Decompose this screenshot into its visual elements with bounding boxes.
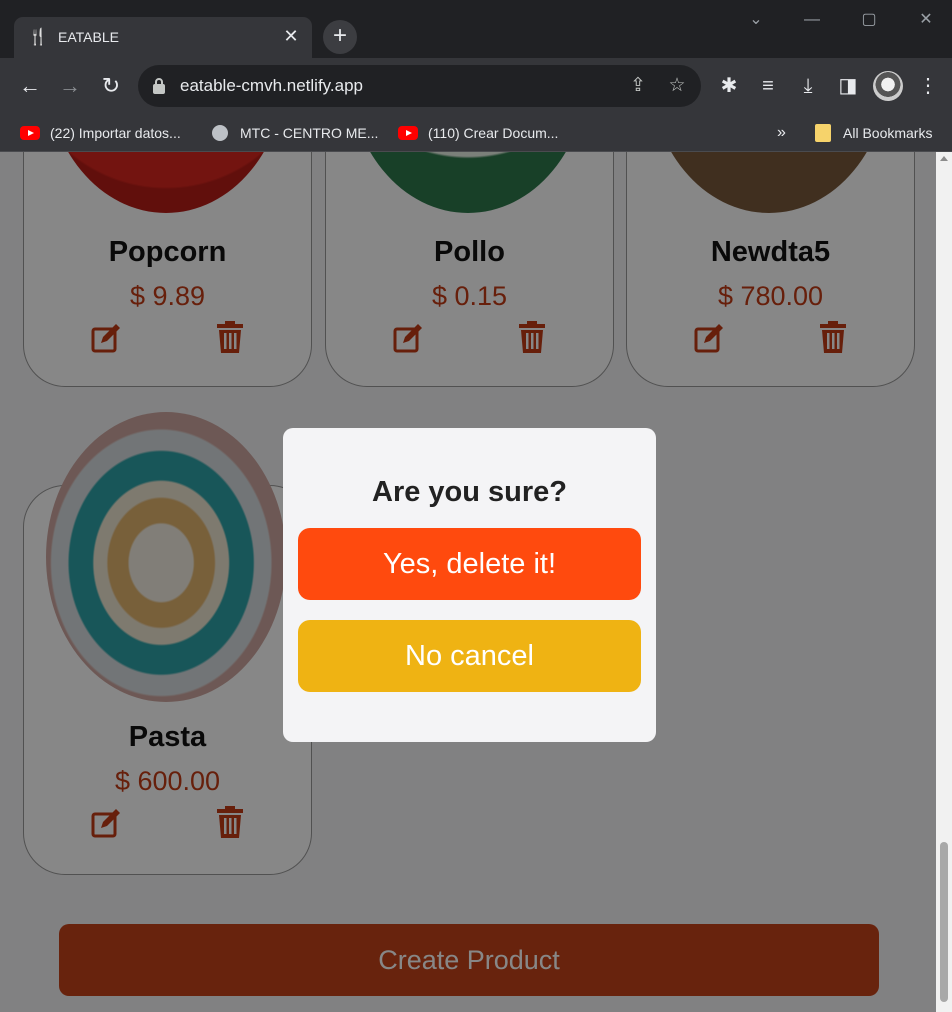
- bookmark-item[interactable]: (22) Importar datos...: [20, 120, 181, 146]
- cancel-button[interactable]: No cancel: [298, 620, 641, 692]
- confirm-delete-button[interactable]: Yes, delete it!: [298, 528, 641, 600]
- back-icon[interactable]: ←: [16, 72, 44, 100]
- reload-icon[interactable]: ↻: [97, 72, 125, 100]
- fork-knife-icon: 🍴: [28, 29, 48, 46]
- globe-icon: [212, 125, 228, 141]
- side-panel-icon[interactable]: ◨: [834, 72, 862, 100]
- star-icon[interactable]: ☆: [665, 74, 689, 98]
- bookmark-label: (22) Importar datos...: [50, 125, 181, 141]
- share-icon[interactable]: ⇪: [626, 74, 650, 98]
- maximize-icon[interactable]: ▢: [853, 6, 885, 34]
- bookmark-label: (110) Crear Docum...: [428, 125, 559, 141]
- youtube-icon: [20, 126, 40, 140]
- browser-toolbar: ← → ↻ eatable-cmvh.netlify.app ⇪ ☆ ✱ ≡ ⤓…: [0, 58, 952, 114]
- minimize-icon[interactable]: —: [796, 6, 828, 34]
- page-scrollbar[interactable]: [936, 152, 952, 1012]
- all-bookmarks-button[interactable]: All Bookmarks: [815, 120, 932, 146]
- bookmark-item[interactable]: MTC - CENTRO ME...: [212, 120, 378, 146]
- profile-avatar[interactable]: [873, 71, 903, 101]
- tab-eatable[interactable]: 🍴 EATABLE ✕: [14, 17, 312, 58]
- forward-icon[interactable]: →: [56, 72, 84, 100]
- bookmark-item[interactable]: (110) Crear Docum...: [398, 120, 558, 146]
- close-tab-icon[interactable]: ✕: [280, 25, 302, 47]
- bookmark-label: MTC - CENTRO ME...: [240, 125, 379, 141]
- confirm-dialog: Are you sure? Yes, delete it! No cancel: [283, 428, 656, 742]
- bookmarks-overflow-button[interactable]: »: [777, 120, 786, 146]
- folder-icon: [815, 124, 831, 142]
- media-queue-icon[interactable]: ≡: [754, 72, 782, 100]
- lock-icon: [153, 78, 165, 94]
- bookmarks-bar: (22) Importar datos... MTC - CENTRO ME..…: [0, 114, 952, 152]
- new-tab-button[interactable]: +: [323, 20, 357, 54]
- page-viewport: Popcorn $ 9.89 Pollo $ 0.15 Newdta5 $ 78: [0, 152, 936, 1012]
- download-icon[interactable]: ⤓: [794, 72, 822, 100]
- dialog-title: Are you sure?: [372, 476, 567, 508]
- extensions-icon[interactable]: ✱: [715, 72, 743, 100]
- youtube-icon: [398, 126, 418, 140]
- all-bookmarks-label: All Bookmarks: [843, 125, 933, 141]
- tab-title: EATABLE: [58, 29, 119, 45]
- scrollbar-thumb[interactable]: [940, 842, 948, 1002]
- tab-search-icon[interactable]: ⌄: [740, 6, 772, 34]
- menu-icon[interactable]: ⋮: [914, 72, 942, 100]
- address-bar[interactable]: eatable-cmvh.netlify.app ⇪ ☆: [138, 65, 701, 107]
- url-text: eatable-cmvh.netlify.app: [180, 76, 364, 95]
- tab-strip: 🍴 EATABLE ✕ + ⌄ — ▢ ✕: [0, 0, 952, 58]
- browser-chrome: 🍴 EATABLE ✕ + ⌄ — ▢ ✕ ← → ↻ eatable-cmvh…: [0, 0, 952, 152]
- scroll-up-icon[interactable]: [940, 156, 948, 161]
- close-window-icon[interactable]: ✕: [910, 6, 942, 34]
